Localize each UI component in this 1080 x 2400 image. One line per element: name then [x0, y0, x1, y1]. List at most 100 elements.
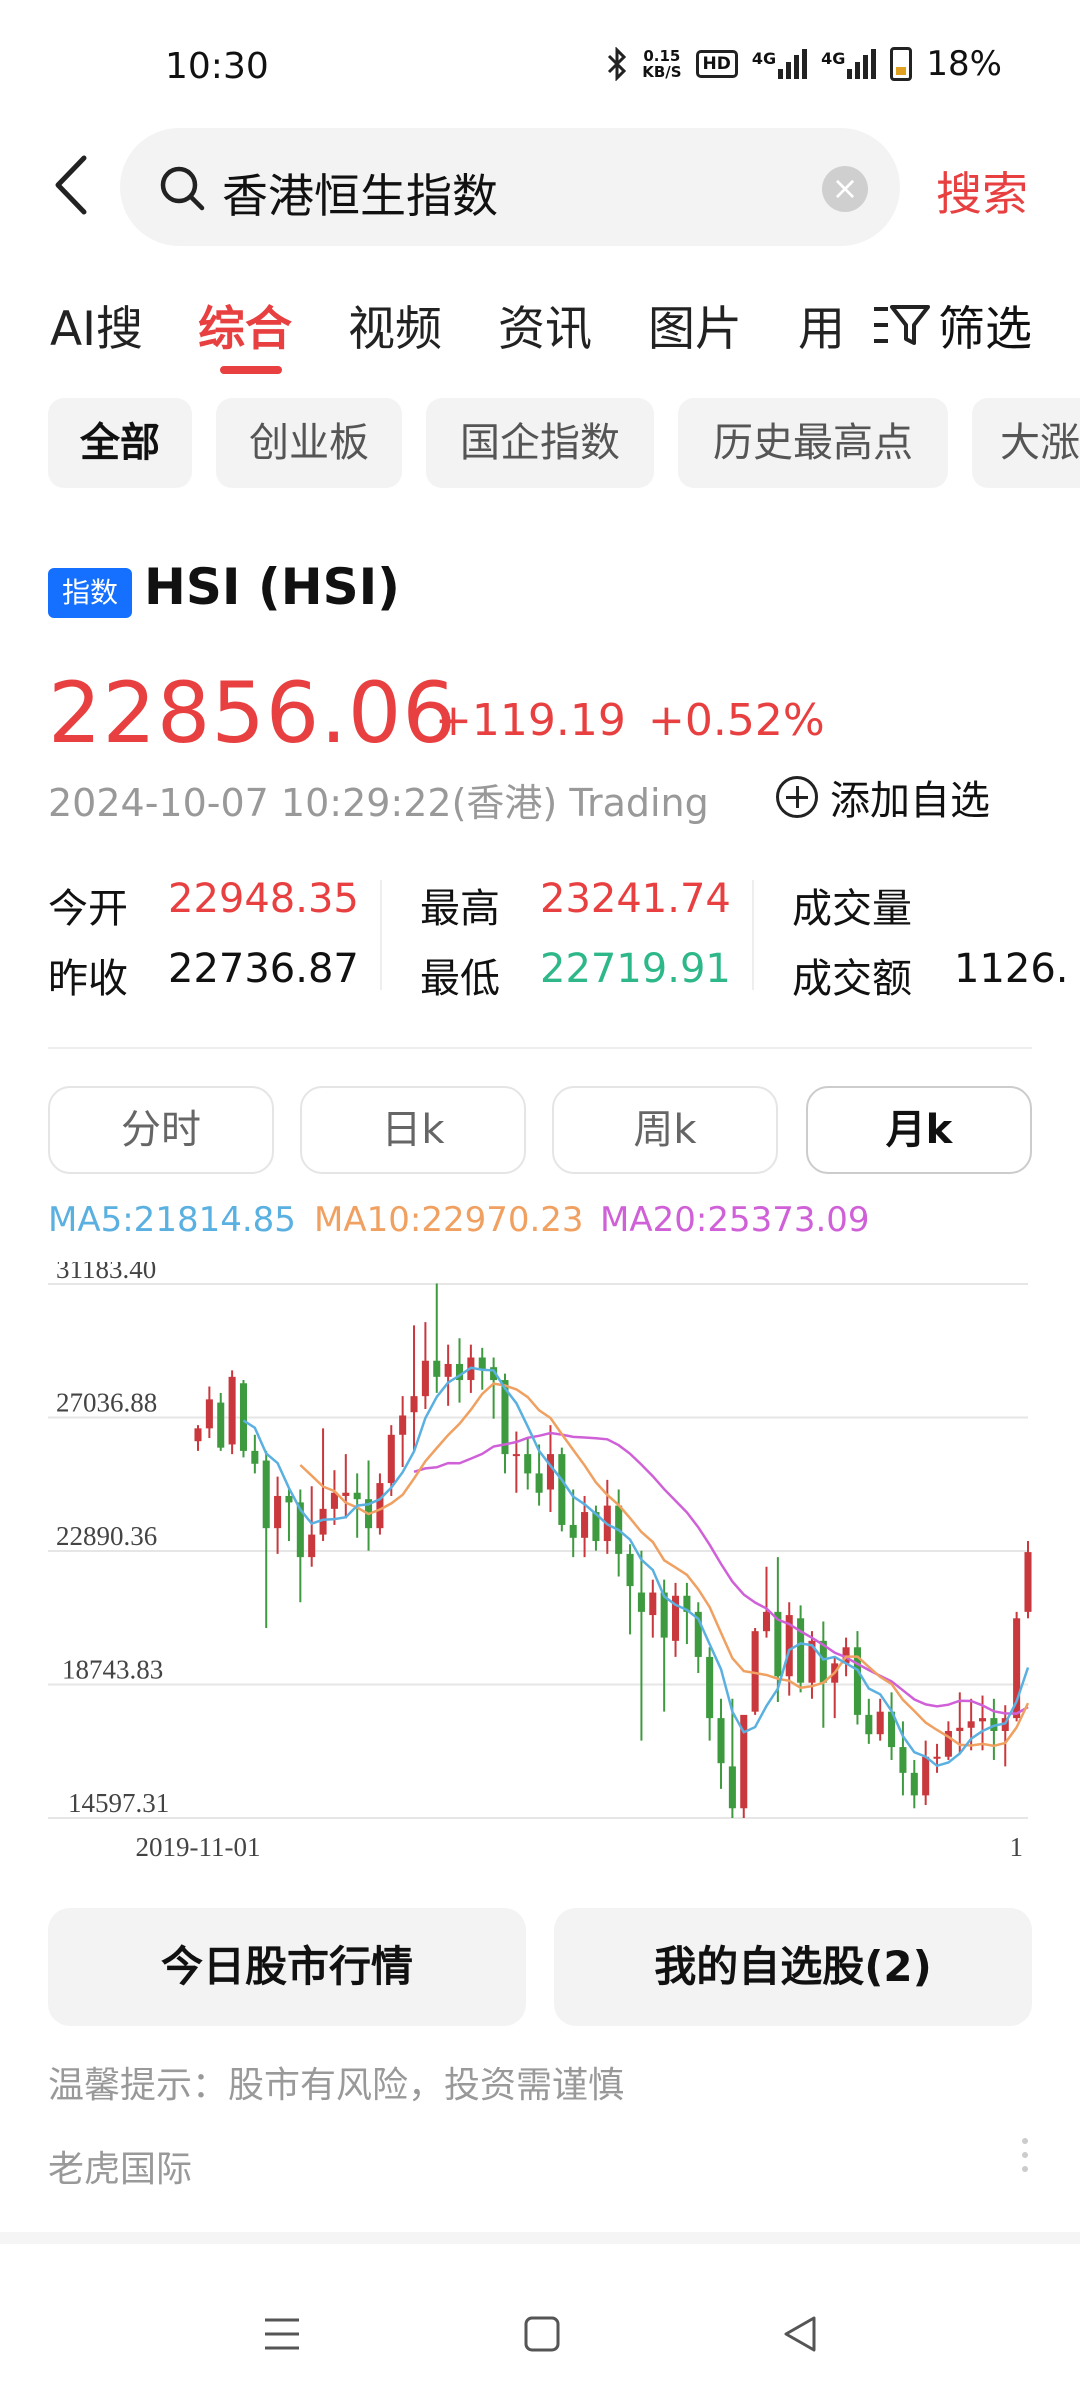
back-icon[interactable]: [48, 150, 98, 220]
x-axis-start-label: 2019-11-01: [136, 1832, 261, 1862]
volume-label: 成交量: [792, 886, 912, 932]
filter-icon: [874, 304, 930, 345]
add-circle-icon: [776, 776, 818, 818]
home-icon[interactable]: [522, 2314, 562, 2354]
candle-down: [797, 1618, 805, 1683]
tab-active-indicator: [220, 366, 282, 374]
ma5-label: MA5:21814.85: [48, 1200, 296, 1240]
candle-up: [410, 1396, 418, 1413]
signal-1: 4G: [752, 49, 808, 79]
candle-down: [637, 1592, 645, 1612]
period-daily[interactable]: 日k: [300, 1086, 526, 1174]
stats-divider: [752, 880, 754, 990]
data-source[interactable]: 老虎国际: [48, 2140, 192, 2192]
candle-up: [967, 1721, 975, 1728]
section-divider: [0, 2232, 1080, 2244]
prev-close-value: 22736.87: [168, 946, 359, 992]
y-tick-label: 18743.83: [62, 1655, 163, 1685]
battery-icon: [890, 47, 913, 81]
candle-down: [239, 1383, 248, 1451]
my-watchlist-button[interactable]: 我的自选股(2): [554, 1908, 1032, 2026]
open-label: 今开: [48, 886, 128, 932]
tab-all[interactable]: 综合: [198, 290, 292, 359]
candle-down: [251, 1450, 259, 1464]
candle-down: [706, 1656, 714, 1719]
period-selector: 分时 日k 周k 月k: [48, 1086, 1032, 1176]
tab-news[interactable]: 资讯: [498, 290, 592, 359]
tab-video[interactable]: 视频: [348, 290, 442, 359]
prev-close-label: 昨收: [48, 956, 128, 1002]
candle-up: [978, 1718, 987, 1722]
candle-down: [433, 1360, 441, 1377]
net-speed: 0.15 KB/S: [642, 47, 682, 81]
back-triangle-icon[interactable]: [780, 2314, 820, 2354]
current-price: 22856.06: [48, 664, 457, 762]
chip-all-time-high[interactable]: 历史最高点: [678, 398, 948, 488]
battery-percent: 18%: [926, 44, 1002, 84]
candle-down: [626, 1553, 634, 1587]
tab-user[interactable]: 用: [798, 290, 845, 359]
menu-icon[interactable]: [262, 2314, 302, 2354]
status-bar: 10:30 0.15 KB/S HD 4G 4G 18%: [0, 0, 1080, 130]
add-watchlist-label: 添加自选: [830, 778, 990, 824]
high-label: 最高: [420, 886, 500, 932]
chip-hscei[interactable]: 国企指数: [426, 398, 654, 488]
quote-timestamp: 2024-10-07 10:29:22(香港) Trading: [48, 781, 709, 825]
search-box[interactable]: 香港恒生指数 ×: [120, 128, 900, 246]
chip-all[interactable]: 全部: [48, 398, 192, 488]
bluetooth-icon: [608, 47, 627, 81]
candle-down: [865, 1714, 873, 1735]
price-change-percent: +0.52%: [648, 695, 825, 746]
filter-button[interactable]: 筛选: [868, 290, 1032, 359]
candle-up: [444, 1363, 452, 1377]
stock-name[interactable]: HSI (HSI): [144, 558, 400, 616]
period-intraday[interactable]: 分时: [48, 1086, 274, 1174]
candle-up: [933, 1756, 941, 1759]
candle-down: [353, 1492, 361, 1500]
clear-icon[interactable]: ×: [822, 166, 868, 212]
candle-down: [535, 1473, 543, 1493]
tab-ai-search[interactable]: AI搜: [50, 290, 143, 359]
tab-images[interactable]: 图片: [648, 290, 742, 359]
candle-up: [956, 1727, 964, 1731]
candle-down: [910, 1772, 918, 1796]
filter-chips: 全部 创业板 国企指数 历史最高点 大涨: [48, 398, 1080, 490]
search-icon: [160, 166, 205, 211]
chip-chinext[interactable]: 创业板: [216, 398, 402, 488]
low-value: 22719.91: [540, 946, 731, 992]
candle-up: [274, 1495, 282, 1529]
y-tick-label: 22890.36: [56, 1521, 157, 1551]
turnover-value: 1126.: [954, 946, 1069, 992]
chip-big-rise[interactable]: 大涨: [972, 398, 1080, 488]
candlestick-chart[interactable]: 31183.40 27036.88 22890.36 18743.83 14597.31…: [48, 1262, 1038, 1862]
divider: [48, 1047, 1032, 1049]
candle-down: [728, 1766, 736, 1809]
candle-up: [546, 1454, 554, 1490]
candle-up: [512, 1454, 520, 1457]
low-label: 最低: [420, 956, 500, 1002]
candle-up: [762, 1611, 771, 1632]
candle-up: [342, 1492, 350, 1496]
y-tick-label: 27036.88: [56, 1388, 157, 1418]
period-weekly[interactable]: 周k: [552, 1086, 778, 1174]
open-value: 22948.35: [168, 876, 359, 922]
candle-up: [876, 1711, 884, 1735]
y-tick-label: 14597.31: [68, 1788, 169, 1818]
high-value: 23241.74: [540, 876, 731, 922]
candle-down: [558, 1454, 566, 1525]
more-icon[interactable]: [1020, 2138, 1030, 2182]
candle-down: [899, 1747, 907, 1773]
signal-bars-icon: [778, 49, 808, 79]
quote-stats: 今开 22948.35 昨收 22736.87 最高 23241.74 最低 2…: [48, 872, 1080, 1002]
price-change: +119.19: [435, 695, 626, 746]
search-button[interactable]: 搜索: [936, 158, 1028, 224]
market-today-button[interactable]: 今日股市行情: [48, 1908, 526, 2026]
candle-down: [569, 1524, 577, 1538]
add-watchlist-button[interactable]: 添加自选: [776, 768, 990, 826]
candle-up: [421, 1360, 429, 1397]
candle-up: [228, 1376, 236, 1445]
period-monthly[interactable]: 月k: [806, 1086, 1032, 1174]
signal-2: 4G: [821, 49, 877, 79]
hd-icon: HD: [695, 50, 738, 78]
search-input[interactable]: 香港恒生指数: [222, 160, 498, 226]
